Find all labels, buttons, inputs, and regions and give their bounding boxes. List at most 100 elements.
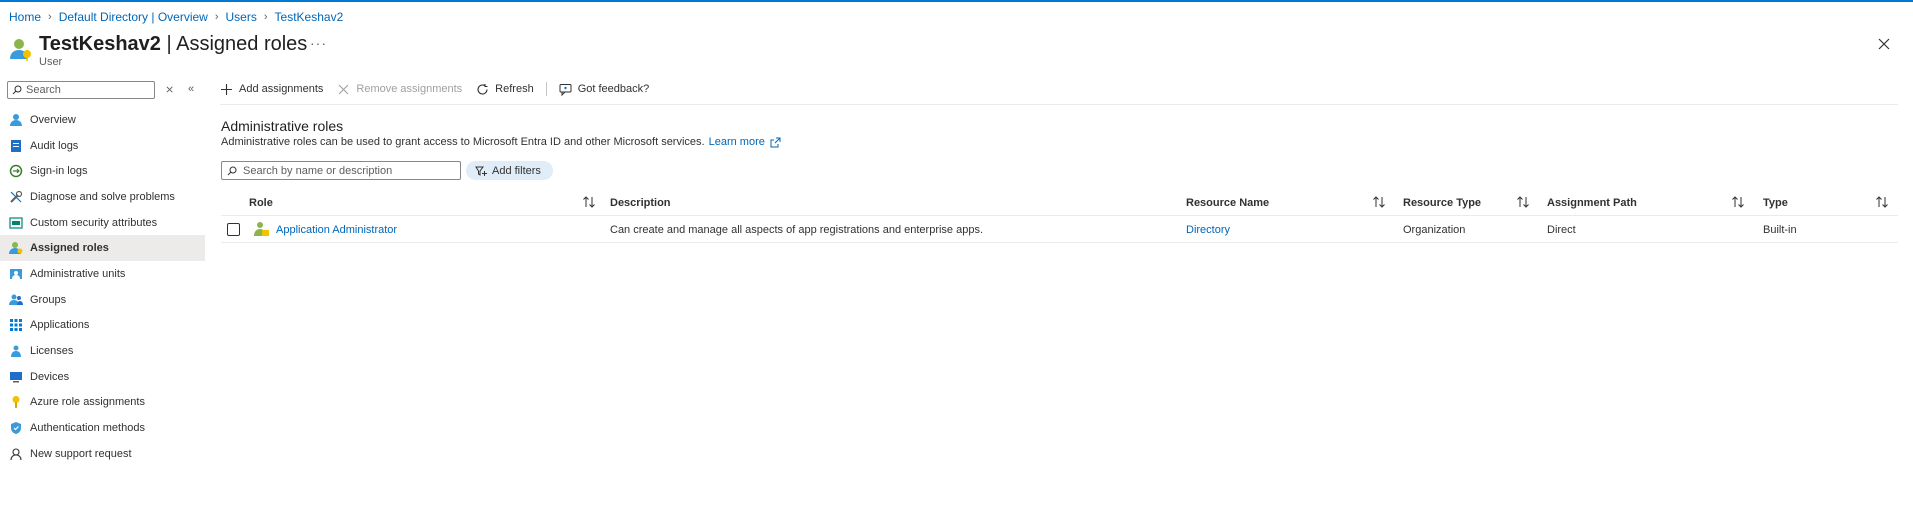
filter-row: Add filters — [221, 160, 553, 181]
sort-icon[interactable] — [582, 196, 596, 208]
row-checkbox[interactable] — [227, 223, 240, 236]
collapse-sidebar-icon[interactable]: « — [188, 83, 194, 95]
chevron-right-icon: › — [48, 11, 52, 23]
sidebar-item-label: Azure role assignments — [30, 396, 145, 409]
sidebar-item-licenses[interactable]: Licenses — [0, 338, 205, 364]
support-icon — [9, 447, 23, 461]
sidebar-item-groups[interactable]: Groups — [0, 287, 205, 313]
chevron-right-icon: › — [263, 11, 268, 23]
sidebar-search-input[interactable] — [26, 84, 146, 96]
sidebar-item-label: Applications — [30, 319, 90, 332]
feedback-button[interactable]: Got feedback? — [559, 83, 649, 96]
sidebar-item-diagnose[interactable]: Diagnose and solve problems — [0, 184, 205, 210]
sort-icon[interactable] — [1516, 196, 1530, 208]
role-search-box[interactable] — [221, 161, 461, 180]
column-header-role[interactable]: Role — [249, 189, 273, 216]
more-options-button[interactable]: ··· — [310, 35, 327, 51]
feedback-icon — [559, 83, 572, 96]
type-cell: Built-in — [1763, 223, 1797, 236]
sidebar-item-devices[interactable]: Devices — [0, 364, 205, 390]
toolbar-separator — [220, 104, 1898, 105]
sidebar-item-assigned-roles[interactable]: Assigned roles — [0, 235, 205, 262]
sidebar-item-label: New support request — [30, 447, 132, 460]
add-filters-label: Add filters — [492, 164, 541, 177]
sort-icon[interactable] — [1372, 196, 1386, 208]
sidebar-item-overview[interactable]: Overview — [0, 107, 205, 133]
sidebar-item-label: Overview — [30, 113, 76, 126]
table-row[interactable]: Application Administrator Can create and… — [221, 216, 1898, 243]
sidebar-item-authentication-methods[interactable]: Authentication methods — [0, 415, 205, 441]
add-assignments-button[interactable]: Add assignments — [220, 83, 323, 96]
add-assignments-label: Add assignments — [239, 83, 324, 95]
sort-icon[interactable] — [1875, 196, 1889, 208]
command-bar: Add assignments Remove assignments Refre… — [220, 80, 663, 98]
learn-more-link[interactable]: Learn more — [709, 136, 781, 148]
close-icon — [339, 84, 349, 94]
role-name-link[interactable]: Application Administrator — [276, 224, 397, 236]
learn-more-label: Learn more — [708, 136, 765, 148]
assigned-roles-icon — [9, 241, 23, 255]
sidebar-item-label: Administrative units — [30, 267, 126, 280]
column-header-resource-name[interactable]: Resource Name — [1186, 189, 1269, 216]
table-header: Role Description Resource Name Resource … — [221, 189, 1898, 216]
sidebar-item-label: Audit logs — [30, 139, 79, 152]
column-header-description[interactable]: Description — [610, 189, 671, 216]
toolbar-divider — [545, 82, 547, 96]
resource-name-link[interactable]: Directory — [1186, 224, 1230, 236]
search-icon — [12, 85, 22, 95]
page-header: TestKeshav2 | Assigned roles User ··· — [7, 31, 1907, 71]
groups-icon — [9, 293, 23, 307]
sidebar-search-box[interactable] — [7, 81, 155, 99]
sidebar-item-label: Devices — [30, 370, 70, 383]
page-subtitle: User — [39, 56, 63, 68]
column-header-type[interactable]: Type — [1763, 189, 1788, 216]
user-icon — [9, 113, 23, 127]
collapse-all-icon[interactable]: ⨯ — [165, 83, 174, 96]
breadcrumb: Home › Default Directory | Overview › Us… — [9, 9, 343, 25]
sort-icon[interactable] — [1731, 196, 1745, 208]
resource-type-cell: Organization — [1403, 223, 1466, 236]
assignment-path-cell: Direct — [1547, 223, 1576, 236]
sidebar-item-label: Groups — [30, 293, 67, 306]
search-icon — [227, 166, 237, 175]
resource-name-cell: Directory — [1186, 216, 1230, 243]
shield-icon — [9, 421, 23, 435]
sidebar-item-label: Sign-in logs — [30, 165, 88, 178]
plus-icon — [221, 83, 232, 95]
top-accent-line — [0, 0, 1913, 2]
sidebar-item-new-support-request[interactable]: New support request — [0, 441, 205, 467]
audit-log-icon — [9, 139, 23, 153]
breadcrumb-user[interactable]: TestKeshav2 — [275, 10, 344, 24]
sidebar-item-administrative-units[interactable]: Administrative units — [0, 261, 205, 287]
key-icon — [9, 395, 23, 409]
column-header-assignment-path[interactable]: Assignment Path — [1547, 189, 1637, 216]
device-icon — [9, 370, 23, 384]
close-icon[interactable] — [1875, 35, 1893, 53]
sidebar-item-applications[interactable]: Applications — [0, 313, 205, 339]
page-title-section: | Assigned roles — [160, 33, 308, 55]
sidebar-item-sign-in-logs[interactable]: Sign-in logs — [0, 158, 205, 184]
sidebar-item-custom-security-attributes[interactable]: Custom security attributes — [0, 210, 205, 236]
sidebar-item-label: Custom security attributes — [30, 216, 158, 229]
sidebar-item-azure-role-assignments[interactable]: Azure role assignments — [0, 390, 205, 416]
admin-units-icon — [9, 267, 23, 281]
roles-table: Role Description Resource Name Resource … — [221, 189, 1898, 243]
breadcrumb-users[interactable]: Users — [226, 10, 257, 24]
remove-assignments-label: Remove assignments — [356, 83, 463, 95]
page-title: TestKeshav2 | Assigned roles — [39, 31, 307, 57]
description-cell: Can create and manage all aspects of app… — [610, 223, 984, 236]
role-icon — [254, 222, 269, 236]
role-search-input[interactable] — [243, 164, 458, 177]
sidebar-item-audit-logs[interactable]: Audit logs — [0, 133, 205, 159]
chevron-right-icon: › — [214, 11, 219, 23]
column-header-resource-type[interactable]: Resource Type — [1403, 189, 1481, 216]
add-filters-button[interactable]: Add filters — [466, 161, 553, 180]
refresh-button[interactable]: Refresh — [476, 83, 534, 96]
remove-assignments-button[interactable]: Remove assignments — [337, 83, 462, 96]
title-block: TestKeshav2 | Assigned roles User — [39, 31, 307, 68]
page-title-user: TestKeshav2 — [39, 33, 161, 55]
breadcrumb-directory-overview[interactable]: Default Directory | Overview — [59, 10, 208, 24]
breadcrumb-home[interactable]: Home — [9, 10, 41, 24]
sidebar-item-label: Licenses — [30, 345, 74, 358]
add-filter-icon — [475, 166, 487, 176]
